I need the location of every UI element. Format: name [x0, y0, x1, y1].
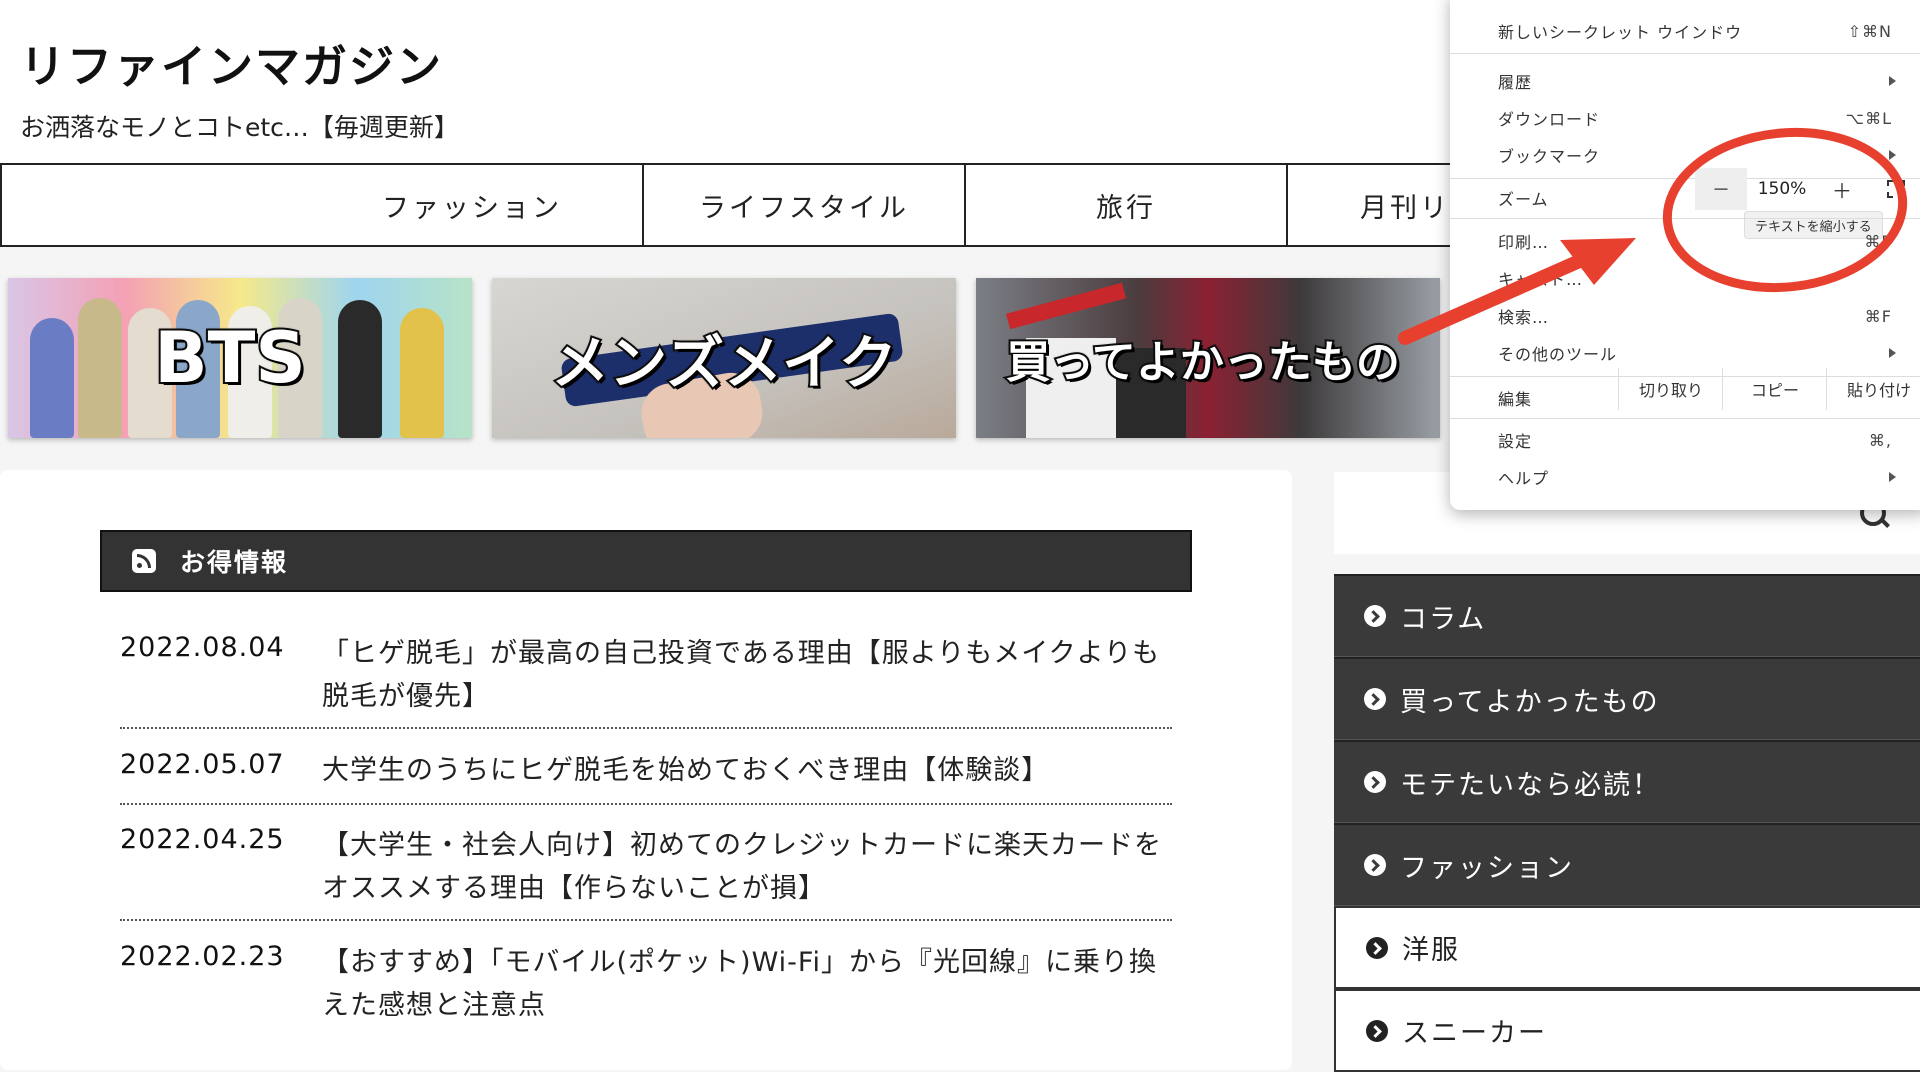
- menu-item-label: 履歴: [1498, 73, 1533, 92]
- sidebar-item-label: 買ってよかったもの: [1400, 686, 1660, 718]
- menu-item-more-tools[interactable]: その他のツール: [1450, 335, 1920, 371]
- menu-item-label: 新しいシークレット ウインドウ: [1498, 23, 1743, 42]
- paste-button[interactable]: 貼り付け: [1826, 368, 1920, 410]
- news-title[interactable]: 【大学生・社会人向け】初めてのクレジットカードに楽天カードをオススメする理由【作…: [322, 824, 1172, 910]
- menu-shortcut: ⌘,: [1868, 430, 1892, 450]
- menu-separator: [1450, 418, 1920, 419]
- submenu-arrow-icon: [1889, 348, 1896, 358]
- menu-item-settings[interactable]: 設定 ⌘,: [1450, 422, 1920, 458]
- rss-icon: [132, 549, 156, 573]
- menu-separator: [1450, 53, 1920, 54]
- sidebar-item-label: コラム: [1400, 603, 1487, 635]
- chevron-circle-icon: [1364, 771, 1386, 793]
- sidebar-item-good-buys[interactable]: 買ってよかったもの: [1334, 657, 1920, 740]
- banner-bts[interactable]: BTS: [8, 278, 472, 438]
- figure: [78, 298, 122, 438]
- news-date: 2022.05.07: [120, 749, 285, 780]
- news-title[interactable]: 「ヒゲ脱毛」が最高の自己投資である理由【服よりもメイクよりも脱毛が優先】: [322, 632, 1172, 718]
- menu-shortcut: ⌘P: [1864, 231, 1892, 251]
- banner-good-buys[interactable]: 買ってよかったもの: [976, 278, 1440, 438]
- sidebar-item-label: スニーカー: [1402, 1018, 1547, 1049]
- menu-item-incognito[interactable]: 新しいシークレット ウインドウ ⇧⌘N: [1450, 13, 1920, 49]
- news-item[interactable]: 2022.04.25 【大学生・社会人向け】初めてのクレジットカードに楽天カード…: [120, 824, 1172, 921]
- chevron-circle-icon: [1364, 605, 1386, 627]
- menu-item-label: ブックマーク: [1498, 147, 1601, 166]
- chevron-circle-icon: [1366, 936, 1388, 959]
- chevron-circle-icon: [1364, 688, 1386, 710]
- chevron-circle-icon: [1364, 854, 1386, 876]
- menu-shortcut: ⌥⌘L: [1845, 108, 1892, 128]
- figure: [30, 318, 74, 438]
- copy-button[interactable]: コピー: [1722, 368, 1827, 410]
- site-tagline: お洒落なモノとコトetc…【毎週更新】: [20, 113, 459, 142]
- news-title[interactable]: 大学生のうちにヒゲ脱毛を始めておくべき理由【体験談】: [322, 749, 1172, 792]
- nav-item-travel[interactable]: 旅行: [964, 165, 1286, 245]
- menu-item-cast[interactable]: キャスト…: [1450, 260, 1920, 296]
- zoom-out-button[interactable]: －: [1695, 168, 1747, 210]
- news-item[interactable]: 2022.08.04 「ヒゲ脱毛」が最高の自己投資である理由【服よりもメイクより…: [120, 632, 1172, 729]
- menu-item-label: 印刷…: [1498, 233, 1550, 252]
- submenu-arrow-icon: [1889, 76, 1896, 86]
- news-title[interactable]: 【おすすめ】「モバイル(ポケット)Wi-Fi」から『光回線』に乗り換えた感想と注…: [322, 941, 1172, 1027]
- submenu-arrow-icon: [1889, 472, 1896, 482]
- news-item[interactable]: 2022.05.07 大学生のうちにヒゲ脱毛を始めておくべき理由【体験談】: [120, 749, 1172, 805]
- sidebar-item-sneakers[interactable]: スニーカー: [1334, 989, 1920, 1072]
- banner-label: メンズメイク: [549, 327, 899, 399]
- banner-label: 買ってよかったもの: [1004, 335, 1402, 390]
- menu-item-help[interactable]: ヘルプ: [1450, 459, 1920, 495]
- menu-item-label: 編集: [1498, 390, 1533, 409]
- nav-item-fashion[interactable]: ファッション: [320, 165, 642, 245]
- menu-item-label: 設定: [1498, 432, 1533, 451]
- menu-shortcut: ⌘F: [1864, 306, 1892, 326]
- banner-label: BTS: [152, 315, 308, 401]
- menu-item-find[interactable]: 検索… ⌘F: [1450, 298, 1920, 334]
- sidebar-item-must-read[interactable]: モテたいなら必読！: [1334, 740, 1920, 823]
- news-date: 2022.04.25: [120, 824, 285, 855]
- sidebar-item-fashion[interactable]: ファッション: [1334, 823, 1920, 906]
- sidebar-item-label: 洋服: [1402, 935, 1460, 966]
- menu-item-history[interactable]: 履歴: [1450, 63, 1920, 99]
- menu-shortcut: ⇧⌘N: [1847, 21, 1892, 41]
- menu-item-label: ヘルプ: [1498, 469, 1550, 488]
- figure: [400, 308, 444, 438]
- figure: [338, 300, 382, 438]
- chevron-circle-icon: [1366, 1019, 1388, 1042]
- zoom-in-button[interactable]: ＋: [1816, 168, 1868, 210]
- bag-strap: [1005, 282, 1127, 330]
- menu-item-label: 検索…: [1498, 308, 1550, 327]
- sidebar-item-label: ファッション: [1400, 852, 1574, 884]
- news-date: 2022.02.23: [120, 941, 285, 972]
- banner-mens-makeup[interactable]: メンズメイク: [492, 278, 956, 438]
- sidebar-item-label: モテたいなら必読！: [1400, 769, 1661, 801]
- news-item[interactable]: 2022.02.23 【おすすめ】「モバイル(ポケット)Wi-Fi」から『光回線…: [120, 941, 1172, 1031]
- news-date: 2022.08.04: [120, 632, 285, 663]
- sidebar-item-column[interactable]: コラム: [1334, 574, 1920, 657]
- menu-separator: [1450, 218, 1920, 219]
- nav-item-lifestyle[interactable]: ライフスタイル: [642, 165, 964, 245]
- site-title[interactable]: リファインマガジン: [20, 30, 443, 95]
- section-title: お得情報: [180, 548, 289, 577]
- cut-button[interactable]: 切り取り: [1618, 368, 1723, 410]
- browser-menu: 新しいシークレット ウインドウ ⇧⌘N 履歴 ダウンロード ⌥⌘L ブックマーク…: [1450, 0, 1920, 510]
- fullscreen-icon[interactable]: [1887, 180, 1905, 198]
- sidebar-item-clothes[interactable]: 洋服: [1334, 906, 1920, 989]
- submenu-arrow-icon: [1889, 150, 1896, 160]
- menu-item-label: その他のツール: [1498, 345, 1618, 364]
- menu-item-print[interactable]: 印刷… ⌘P: [1450, 223, 1920, 259]
- menu-item-label: キャスト…: [1498, 270, 1584, 289]
- menu-item-label: ダウンロード: [1498, 110, 1601, 129]
- zoom-level: 150%: [1757, 179, 1807, 199]
- section-heading: お得情報: [100, 530, 1192, 592]
- nav-border: [0, 165, 2, 245]
- menu-item-label: ズーム: [1498, 190, 1549, 209]
- menu-item-downloads[interactable]: ダウンロード ⌥⌘L: [1450, 100, 1920, 136]
